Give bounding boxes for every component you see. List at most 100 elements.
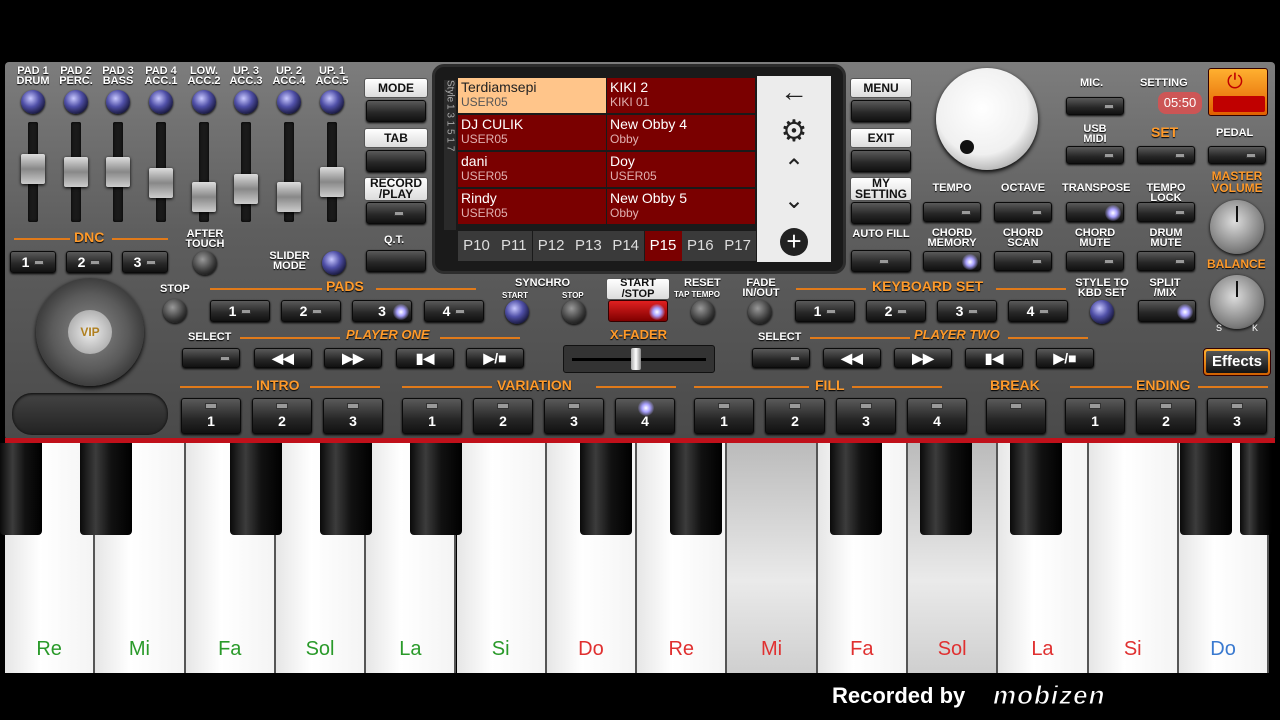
fade-button[interactable] bbox=[748, 300, 772, 324]
pad-button-3[interactable]: 3 bbox=[352, 300, 412, 322]
pad-knob[interactable] bbox=[64, 90, 88, 114]
pad-knob[interactable] bbox=[192, 90, 216, 114]
pad-fader-cap[interactable] bbox=[149, 168, 173, 198]
pads-stop-button[interactable] bbox=[163, 299, 187, 323]
pad-button-4[interactable]: 4 bbox=[424, 300, 484, 322]
style-to-kbd-button[interactable] bbox=[1090, 300, 1114, 324]
menu-button[interactable] bbox=[851, 100, 911, 122]
black-key[interactable] bbox=[0, 443, 42, 535]
ending-button-3[interactable]: 3 bbox=[1207, 398, 1267, 434]
variation-button-4[interactable]: 4 bbox=[615, 398, 675, 434]
usb-midi-button[interactable] bbox=[1066, 146, 1124, 164]
function-button-octave[interactable] bbox=[994, 202, 1052, 222]
fill-button-3[interactable]: 3 bbox=[836, 398, 896, 434]
dnc-button-2[interactable]: 2 bbox=[66, 251, 112, 273]
plus-circle-icon[interactable]: + bbox=[780, 228, 808, 256]
pedal-button[interactable] bbox=[1208, 146, 1266, 164]
black-key[interactable] bbox=[410, 443, 462, 535]
page-tab-p16[interactable]: P16 bbox=[681, 231, 719, 261]
pad-knob[interactable] bbox=[149, 90, 173, 114]
pad-fader-cap[interactable] bbox=[192, 182, 216, 212]
pad-knob[interactable] bbox=[106, 90, 130, 114]
player-two-fastforward-button[interactable]: ▶▶ bbox=[894, 348, 952, 368]
after-touch-toggle[interactable] bbox=[193, 251, 217, 275]
page-tab-p11[interactable]: P11 bbox=[495, 231, 533, 261]
keyboard-set-button-1[interactable]: 1 bbox=[795, 300, 855, 322]
intro-button-2[interactable]: 2 bbox=[252, 398, 312, 434]
pad-fader-cap[interactable] bbox=[320, 167, 344, 197]
keyboard-set-button-4[interactable]: 4 bbox=[1008, 300, 1068, 322]
fill-button-2[interactable]: 2 bbox=[765, 398, 825, 434]
vip-jog-wheel[interactable]: VIP bbox=[36, 278, 144, 386]
record-play-button[interactable] bbox=[366, 202, 426, 224]
player-two-rewind-button[interactable]: ◀◀ bbox=[823, 348, 881, 368]
mode-button[interactable] bbox=[366, 100, 426, 122]
set-button[interactable] bbox=[1137, 146, 1195, 164]
function-button-drum-mute[interactable] bbox=[1137, 251, 1195, 271]
function-button-chord-scan[interactable] bbox=[994, 251, 1052, 271]
black-key[interactable] bbox=[320, 443, 372, 535]
dnc-button-3[interactable]: 3 bbox=[122, 251, 168, 273]
mic-button[interactable] bbox=[1066, 97, 1124, 115]
x-fader[interactable] bbox=[563, 345, 715, 373]
player-two-select-button[interactable] bbox=[752, 348, 810, 368]
x-fader-thumb[interactable] bbox=[631, 348, 641, 370]
pad-fader-cap[interactable] bbox=[21, 154, 45, 184]
black-key[interactable] bbox=[230, 443, 282, 535]
style-slot[interactable]: New Obby 4 Obby bbox=[607, 115, 755, 150]
pad-fader-cap[interactable] bbox=[277, 182, 301, 212]
style-slot[interactable]: KIKI 2 KIKI 01 bbox=[607, 78, 755, 113]
auto-fill-button[interactable] bbox=[851, 250, 911, 272]
black-key[interactable] bbox=[1180, 443, 1232, 535]
reset-tap-tempo-button[interactable] bbox=[691, 300, 715, 324]
black-key[interactable] bbox=[670, 443, 722, 535]
power-button[interactable]: ⏻ bbox=[1208, 68, 1268, 116]
page-tab-p14[interactable]: P14 bbox=[607, 231, 645, 261]
style-slot[interactable]: Rindy USER05 bbox=[458, 189, 606, 224]
page-tab-p17[interactable]: P17 bbox=[719, 231, 757, 261]
pitch-bend-strip[interactable] bbox=[12, 393, 168, 435]
intro-button-3[interactable]: 3 bbox=[323, 398, 383, 434]
player-two-play-stop-button[interactable]: ▶/■ bbox=[1036, 348, 1094, 368]
pad-knob[interactable] bbox=[277, 90, 301, 114]
player-one-previous-button[interactable]: ▮◀ bbox=[396, 348, 454, 368]
style-slot[interactable]: Doy USER05 bbox=[607, 152, 755, 187]
black-key[interactable] bbox=[920, 443, 972, 535]
dnc-button-1[interactable]: 1 bbox=[10, 251, 56, 273]
synchro-start-button[interactable] bbox=[505, 300, 529, 324]
start-stop-button[interactable] bbox=[608, 300, 668, 322]
pad-knob[interactable] bbox=[21, 90, 45, 114]
style-slot[interactable]: dani USER05 bbox=[458, 152, 606, 187]
function-button-chord-memory[interactable] bbox=[923, 251, 981, 271]
black-key[interactable] bbox=[830, 443, 882, 535]
keyboard-set-button-3[interactable]: 3 bbox=[937, 300, 997, 322]
white-key[interactable]: Mi bbox=[727, 443, 818, 673]
exit-button[interactable] bbox=[851, 150, 911, 172]
page-tab-p12[interactable]: P12 bbox=[532, 231, 570, 261]
pad-fader-cap[interactable] bbox=[64, 157, 88, 187]
player-one-rewind-button[interactable]: ◀◀ bbox=[254, 348, 312, 368]
style-slot[interactable]: Terdiamsepi USER05 bbox=[458, 78, 606, 113]
fill-button-1[interactable]: 1 bbox=[694, 398, 754, 434]
pad-knob[interactable] bbox=[234, 90, 258, 114]
style-slot[interactable]: DJ CULIK USER05 bbox=[458, 115, 606, 150]
ending-button-1[interactable]: 1 bbox=[1065, 398, 1125, 434]
black-key[interactable] bbox=[80, 443, 132, 535]
function-button-tempo-lock[interactable] bbox=[1137, 202, 1195, 222]
style-slot[interactable]: New Obby 5 Obby bbox=[607, 189, 755, 224]
black-key[interactable] bbox=[1010, 443, 1062, 535]
function-button-chord-mute[interactable] bbox=[1066, 251, 1124, 271]
my-setting-button[interactable] bbox=[851, 202, 911, 224]
data-dial[interactable] bbox=[936, 68, 1038, 170]
player-one-select-button[interactable] bbox=[182, 348, 240, 368]
split-mix-button[interactable] bbox=[1138, 300, 1196, 322]
chevron-down-icon[interactable]: ⌄ bbox=[757, 186, 831, 215]
white-key[interactable]: Si bbox=[456, 443, 547, 673]
pad-fader-cap[interactable] bbox=[234, 174, 258, 204]
balance-knob[interactable]: S K bbox=[1210, 275, 1264, 333]
gear-icon[interactable]: ⚙ bbox=[757, 114, 831, 149]
pad-button-1[interactable]: 1 bbox=[210, 300, 270, 322]
break-button[interactable] bbox=[986, 398, 1046, 434]
black-key[interactable] bbox=[1240, 443, 1272, 535]
intro-button-1[interactable]: 1 bbox=[181, 398, 241, 434]
